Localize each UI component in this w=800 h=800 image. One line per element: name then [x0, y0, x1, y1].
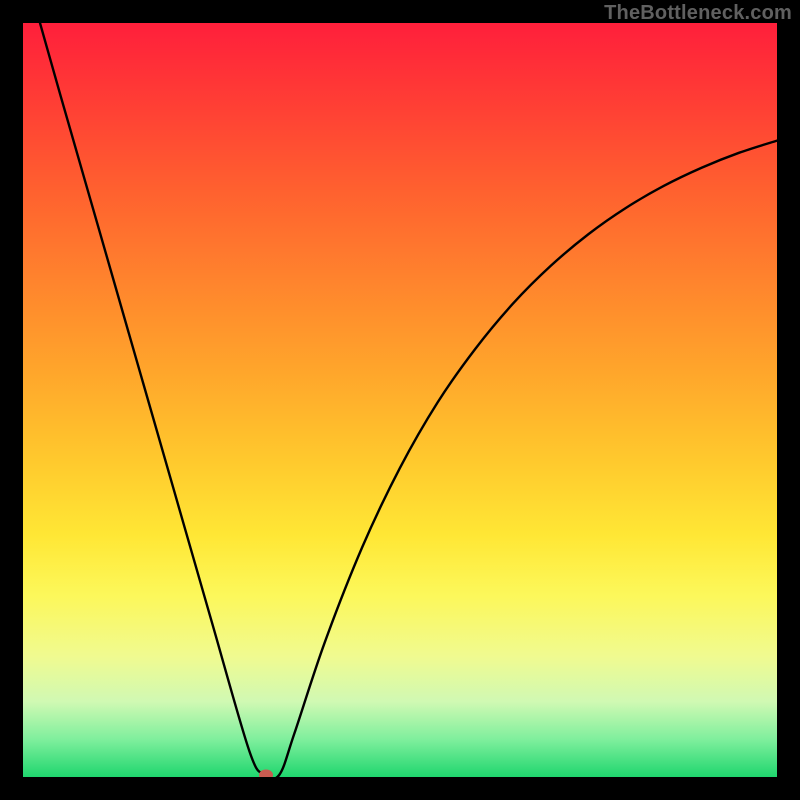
watermark-text: TheBottleneck.com — [604, 2, 792, 25]
bottleneck-curve — [23, 23, 777, 777]
optimal-point-marker — [259, 770, 273, 777]
plot-area — [23, 23, 777, 777]
